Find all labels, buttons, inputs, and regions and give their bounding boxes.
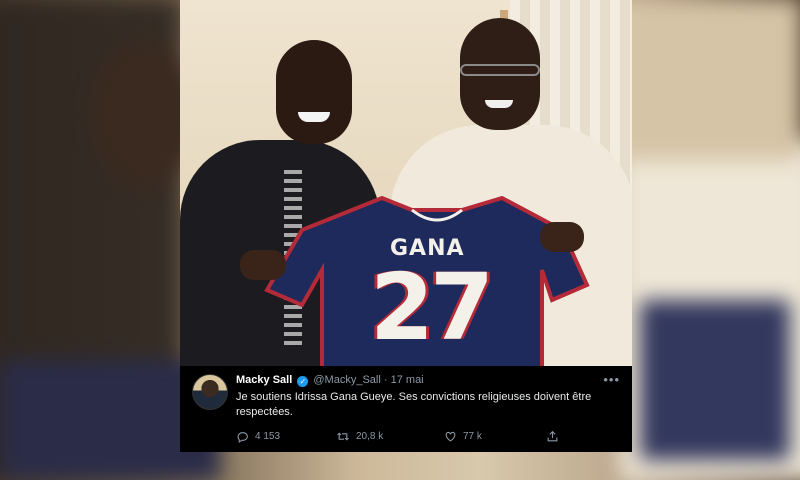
man-left-smile [298,112,330,122]
jersey-number: 27 [370,254,494,361]
reply-icon [236,430,249,443]
share-button[interactable] [546,430,559,443]
avatar[interactable] [192,374,228,410]
separator: · [383,374,388,386]
share-icon [546,430,559,443]
reply-count: 4 153 [255,431,281,442]
author-handle[interactable]: @Macky_Sall [313,374,380,386]
retweet-icon [336,430,350,443]
heart-icon [444,430,457,443]
like-count: 77 k [463,431,482,442]
more-options-icon[interactable]: ••• [603,372,620,387]
man-left-head [276,40,352,144]
tweet-header: Macky Sall ✓ @Macky_Sall · 17 mai [236,374,424,387]
reply-button[interactable]: 4 153 [236,430,280,443]
tweet-date[interactable]: 17 mai [391,374,424,386]
hand-right [540,222,584,252]
author-name[interactable]: Macky Sall [236,374,292,386]
tweet-actions: 4 153 20,8 k 77 k [236,430,566,446]
retweet-count: 20,8 k [356,431,384,442]
tweet-card[interactable]: Macky Sall ✓ @Macky_Sall · 17 mai ••• Je… [180,366,632,452]
verified-badge-icon: ✓ [297,376,309,387]
retweet-button[interactable]: 20,8 k [336,430,383,443]
tweet-photo[interactable]: GANA 27 [180,0,632,366]
jersey: GANA 27 [262,190,592,366]
hand-left [240,250,286,280]
screenshot-stage: GANA 27 Macky Sall ✓ @Macky_Sall · 17 ma… [0,0,800,480]
tweet-text: Je soutiens Idrissa Gana Gueye. Ses conv… [236,391,592,418]
man-right-smile [485,100,513,108]
glasses [460,64,540,76]
like-button[interactable]: 77 k [444,430,482,443]
